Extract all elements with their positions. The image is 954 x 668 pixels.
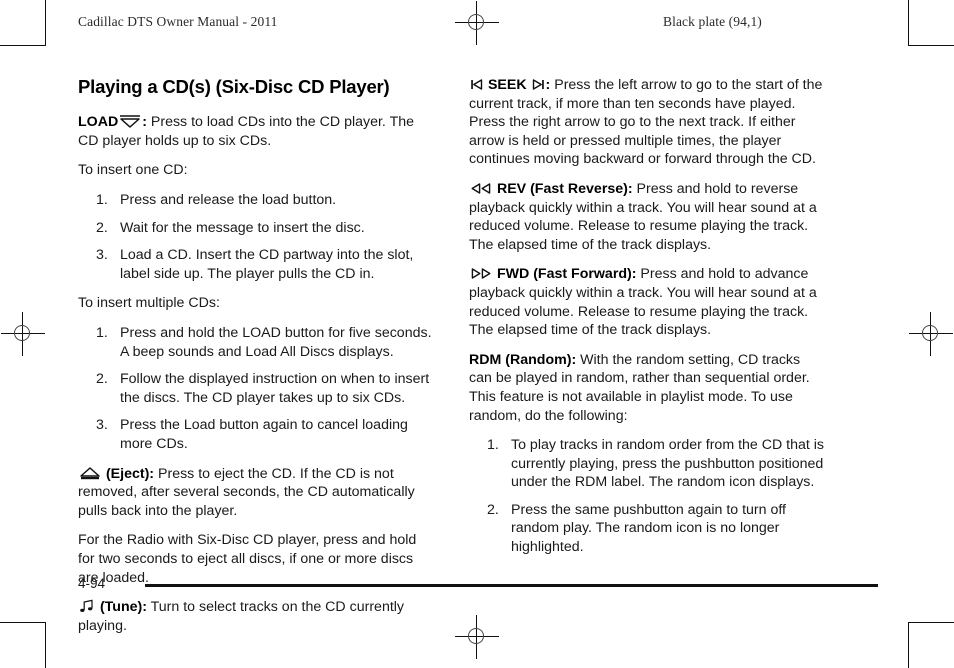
list-item-text: Wait for the message to insert the disc.	[120, 219, 365, 236]
load-label: LOAD	[78, 114, 119, 131]
list-item-number: 1.	[96, 325, 108, 342]
load-triangle-down-icon	[119, 114, 141, 129]
load-colon: :	[142, 114, 147, 131]
list-item-text: Press and release the load button.	[120, 192, 337, 209]
list-item-number: 2.	[96, 371, 108, 388]
eject-label: (Eject):	[105, 465, 155, 482]
rdm-steps-list: 1. To play tracks in random order from th…	[469, 436, 826, 557]
seek-previous-icon	[470, 78, 483, 91]
rdm-paragraph: RDM (Random): With the random setting, C…	[469, 351, 826, 425]
seek-next-icon	[532, 78, 545, 91]
rdm-label: RDM (Random):	[469, 351, 577, 368]
rev-paragraph: REV (Fast Reverse): Press and hold to re…	[469, 180, 826, 254]
list-item-text: Follow the displayed instruction on when…	[120, 371, 430, 406]
list-item-number: 1.	[96, 192, 108, 209]
seek-paragraph: SEEK : Press the left arrow to go to the…	[469, 76, 826, 169]
list-item-text: To play tracks in random order from the …	[511, 437, 825, 491]
list-item: 3. Load a CD. Insert the CD partway into …	[78, 246, 435, 283]
seek-colon: :	[545, 77, 551, 93]
registration-mark-circle	[922, 325, 938, 341]
list-item-text: Press the same pushbutton again to turn …	[511, 501, 786, 556]
registration-mark-top	[455, 1, 499, 45]
registration-mark-bottom	[455, 615, 499, 659]
insert-multiple-intro: To insert multiple CDs:	[78, 295, 220, 312]
registration-mark-circle	[468, 628, 484, 644]
page-footer: 4-94	[78, 576, 878, 596]
list-item-number: 2.	[96, 219, 108, 236]
insert-one-steps-list: 1. Press and release the load button. 2. W…	[78, 191, 435, 283]
list-item-number: 3.	[96, 417, 108, 434]
list-item-number: 2.	[487, 501, 499, 518]
list-item-number: 1.	[487, 437, 499, 454]
rev-label: REV (Fast Reverse):	[496, 180, 633, 197]
tune-paragraph: (Tune): Turn to select tracks on the CD …	[78, 598, 435, 635]
eject-triangle-up-icon	[79, 466, 101, 480]
list-item: 3. Press the Load button again to cancel …	[78, 416, 435, 453]
list-item: 2. Wait for the message to insert the dis…	[78, 219, 435, 238]
fwd-paragraph: FWD (Fast Forward): Press and hold to ad…	[469, 265, 826, 339]
crop-mark-bottom-right-vertical	[908, 622, 909, 668]
list-item: 2. Press the same pushbutton again to tur…	[469, 501, 826, 557]
page-content: Playing a CD(s) (Six-Disc CD Player) LOA…	[78, 76, 878, 634]
crop-mark-bottom-left-horizontal	[0, 622, 46, 623]
music-note-icon	[79, 599, 95, 613]
list-item-text: Press the Load button again to cancel lo…	[120, 417, 408, 452]
registration-mark-circle	[468, 14, 484, 30]
list-item-text: Load a CD. Insert the CD partway into th…	[120, 247, 414, 282]
fwd-label: FWD (Fast Forward):	[496, 266, 637, 283]
eject-paragraph: (Eject): Press to eject the CD. If the C…	[78, 465, 435, 521]
running-head-left: Cadillac DTS Owner Manual - 2011	[78, 14, 278, 29]
insert-one-intro: To insert one CD:	[78, 162, 188, 179]
page-number: 4-94	[78, 576, 106, 591]
seek-label: SEEK	[487, 77, 527, 93]
tune-label: (Tune):	[99, 599, 147, 616]
right-column: SEEK : Press the left arrow to go to the…	[469, 76, 826, 568]
list-item: 1. To play tracks in random order from th…	[469, 436, 826, 492]
crop-mark-bottom-right-horizontal	[908, 622, 954, 623]
crop-mark-top-left-horizontal	[0, 45, 46, 46]
crop-mark-top-left-vertical	[45, 0, 46, 46]
list-item: 1. Press and hold the LOAD button for fiv…	[78, 324, 435, 361]
load-paragraph: LOAD: Press to load CDs into the CD play…	[78, 113, 435, 150]
crop-mark-bottom-left-vertical	[45, 622, 46, 668]
running-head-right: Black plate (94,1)	[663, 14, 762, 29]
crop-mark-top-right-vertical	[908, 0, 909, 46]
list-item-number: 3.	[96, 247, 108, 264]
list-item-text: Press and hold the LOAD button for five …	[120, 325, 432, 360]
registration-mark-right	[909, 312, 953, 356]
fast-forward-double-right-icon	[470, 267, 492, 280]
footer-rule	[145, 584, 878, 587]
list-item: 2. Follow the displayed instruction on wh…	[78, 370, 435, 407]
left-column: Playing a CD(s) (Six-Disc CD Player) LOA…	[78, 76, 435, 635]
crop-mark-top-right-horizontal	[908, 45, 954, 46]
registration-mark-left	[1, 312, 45, 356]
page-title: Playing a CD(s) (Six-Disc CD Player)	[78, 76, 390, 97]
rewind-double-left-icon	[470, 182, 492, 195]
insert-multiple-steps-list: 1. Press and hold the LOAD button for fiv…	[78, 324, 435, 454]
registration-mark-circle	[14, 325, 30, 341]
list-item: 1. Press and release the load button.	[78, 191, 435, 210]
